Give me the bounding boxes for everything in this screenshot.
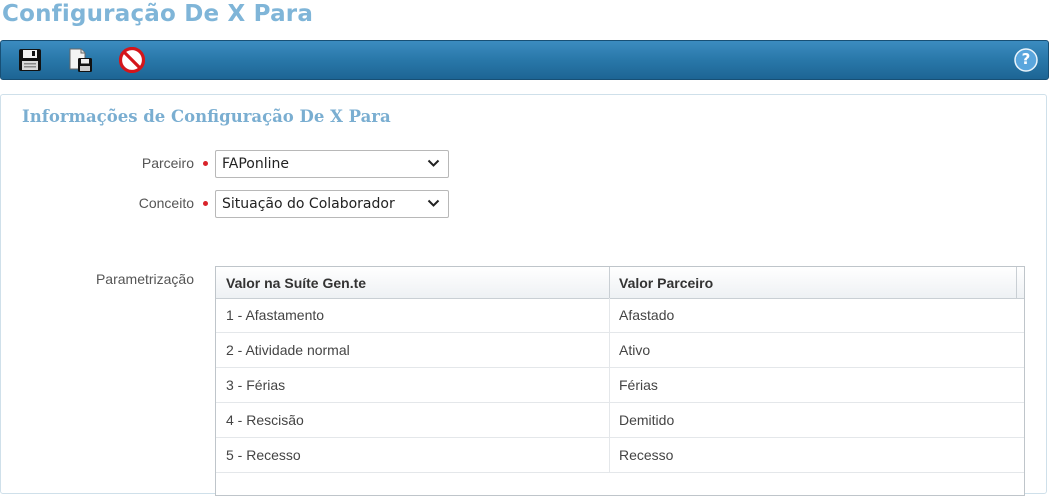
column-header-valor-parceiro[interactable]: Valor Parceiro (619, 275, 713, 291)
conceito-value: Situação do Colaborador (222, 196, 395, 212)
chevron-down-icon (427, 199, 440, 207)
cell-valor-suite: 2 - Atividade normal (226, 342, 350, 358)
save-as-icon (69, 48, 92, 72)
parametrizacao-grid: Valor na Suíte Gen.te Valor Parceiro 1 -… (215, 266, 1025, 496)
column-divider (609, 438, 610, 473)
parceiro-value: FAPonline (222, 156, 289, 172)
cell-valor-suite: 5 - Recesso (226, 447, 301, 463)
chevron-down-icon (427, 159, 440, 167)
table-row[interactable]: 1 - Afastamento Afastado (216, 298, 1024, 333)
required-marker (203, 201, 208, 206)
floppy-disk-icon (19, 49, 41, 71)
help-button[interactable]: ? (1013, 47, 1039, 73)
cell-valor-parceiro: Demitido (619, 412, 675, 428)
conceito-label: Conceito (138, 195, 194, 211)
parceiro-label: Parceiro (141, 155, 194, 171)
column-divider (609, 298, 610, 333)
column-divider (1016, 267, 1017, 298)
cancel-icon (119, 47, 145, 73)
toolbar: ? (0, 40, 1049, 80)
save-button[interactable] (16, 46, 44, 74)
cell-valor-parceiro: Férias (619, 377, 658, 393)
grid-header: Valor na Suíte Gen.te Valor Parceiro (216, 267, 1024, 299)
table-row[interactable]: 4 - Rescisão Demitido (216, 403, 1024, 438)
required-marker (203, 161, 208, 166)
section-title: Informações de Configuração De X Para (22, 107, 391, 126)
cell-valor-parceiro: Recesso (619, 447, 674, 463)
save-as-button[interactable] (67, 46, 95, 74)
table-row[interactable]: 3 - Férias Férias (216, 368, 1024, 403)
column-header-valor-suite[interactable]: Valor na Suíte Gen.te (226, 275, 366, 291)
parametrizacao-label: Parametrização (95, 271, 194, 287)
column-divider (609, 267, 610, 298)
help-label: ? (1021, 50, 1031, 68)
cell-valor-parceiro: Afastado (619, 307, 675, 323)
parceiro-select[interactable]: FAPonline (215, 150, 449, 178)
column-divider (609, 333, 610, 368)
column-divider (609, 403, 610, 438)
cell-valor-suite: 1 - Afastamento (226, 307, 325, 323)
column-divider (609, 368, 610, 403)
conceito-select[interactable]: Situação do Colaborador (215, 190, 449, 218)
cancel-button[interactable] (118, 46, 146, 74)
table-row[interactable]: 5 - Recesso Recesso (216, 438, 1024, 473)
cell-valor-parceiro: Ativo (619, 342, 651, 358)
cell-valor-suite: 3 - Férias (226, 377, 286, 393)
table-row[interactable]: 2 - Atividade normal Ativo (216, 333, 1024, 368)
cell-valor-suite: 4 - Rescisão (226, 412, 304, 428)
page-title: Configuração De X Para (2, 1, 314, 27)
